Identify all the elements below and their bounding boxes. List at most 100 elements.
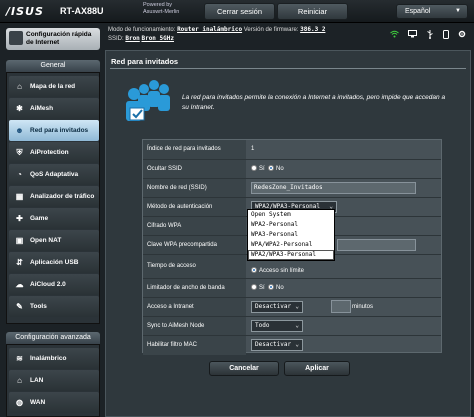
network-status-icon[interactable] — [408, 30, 417, 41]
sidebar-item-aicloud[interactable]: ☁ AiCloud 2.0 — [9, 274, 99, 295]
sidebar-item-open-nat[interactable]: ▣ Open NAT — [9, 230, 99, 251]
label-intranet-access: Acceso a Intranet — [143, 298, 246, 317]
row-mac-filter: Habilitar filtro MAC Desactivar ⌄ — [143, 335, 441, 355]
access-minutes-input[interactable] — [331, 300, 351, 313]
hide-ssid-no-radio[interactable] — [268, 165, 275, 171]
sidebar-item-label: Inalámbrico — [30, 355, 67, 362]
sidebar-item-aimesh[interactable]: ✱ AiMesh — [9, 98, 99, 119]
bandwidth-no-radio[interactable] — [268, 284, 275, 290]
sidebar-item-network-map[interactable]: ⌂ Mapa de la red — [9, 76, 99, 97]
sidebar-item-wireless[interactable]: ≋ Inalámbrico — [9, 348, 99, 369]
hide-ssid-yes-radio[interactable] — [251, 165, 257, 171]
top-bar: /ISUS RT-AX88U Powered by Asuswrt-Merlin… — [0, 0, 474, 23]
auth-method-dropdown[interactable]: Open System WPA2-Personal WPA3-Personal … — [247, 209, 335, 261]
traffic-analyzer-icon: ▦ — [15, 192, 24, 201]
quick-setup-button[interactable]: Configuración rápida de Internet — [6, 28, 100, 50]
quick-setup-label: Configuración rápida de Internet — [26, 31, 92, 46]
aiprotection-icon: ⛨ — [16, 148, 23, 157]
label-bandwidth-limiter: Limitador de ancho de banda — [143, 279, 246, 298]
ssid-2g: Bron — [125, 35, 140, 42]
guest-network-panel: Red para invitados La red para invitados… — [105, 50, 471, 417]
mobile-app-icon[interactable] — [443, 30, 449, 41]
apply-button[interactable]: Aplicar — [284, 361, 350, 376]
label-mac-filter: Habilitar filtro MAC — [143, 336, 246, 355]
sidebar-item-traffic-analyzer[interactable]: ▦ Analizador de tráfico — [9, 186, 99, 207]
auth-option[interactable]: WPA2-Personal — [248, 220, 334, 230]
sidebar-item-label: QoS Adaptativa — [30, 171, 79, 178]
sidebar-item-label: Analizador de tráfico — [30, 193, 95, 200]
sidebar-item-lan[interactable]: ⌂ LAN — [9, 370, 99, 391]
aimesh-sync-value: Todo — [255, 322, 270, 329]
wireless-icon: ≋ — [16, 354, 23, 363]
hide-ssid-options: Sí No — [247, 160, 441, 178]
guest-users-icon — [126, 80, 170, 121]
general-header: General — [6, 60, 100, 72]
bandwidth-options: Sí No — [247, 279, 441, 297]
row-intranet-access: Acceso a Intranet Desactivar ⌄ — [143, 297, 441, 317]
chevron-down-icon: ⌄ — [295, 303, 299, 310]
firmware-link[interactable]: 386.3_2 — [300, 26, 325, 33]
logout-button[interactable]: Cerrar sesión — [204, 3, 275, 20]
usb-icon: ⇵ — [16, 258, 23, 267]
info-bar: Modo de funcionamiento: Router inalámbri… — [106, 24, 474, 44]
auth-option[interactable]: WPA3-Personal — [248, 230, 334, 240]
title-divider — [110, 68, 466, 69]
usb-status-icon[interactable] — [426, 30, 434, 41]
sidebar-item-game[interactable]: ✚ Game — [9, 208, 99, 229]
intranet-access-select[interactable]: Desactivar ⌄ — [251, 301, 303, 313]
ssid-input[interactable]: RedesZone_Invitados — [251, 182, 416, 194]
auth-option[interactable]: WPA/WPA2-Personal — [248, 240, 334, 250]
sidebar-item-tools[interactable]: ✎ Tools — [9, 296, 99, 317]
aimesh-icon: ✱ — [16, 104, 23, 113]
quick-setup-icon — [9, 31, 23, 45]
aimesh-sync-select[interactable]: Todo ⌄ — [251, 320, 303, 332]
minutes-unit-label: minutos — [352, 304, 374, 310]
language-label: Español — [405, 8, 431, 15]
sidebar-item-aiprotection[interactable]: ⛨ AiProtection — [9, 142, 99, 163]
label-wpa-encryption: Cifrado WPA — [143, 217, 246, 236]
aicloud-icon: ☁ — [15, 280, 24, 289]
sidebar-item-wan[interactable]: ◍ WAN — [9, 392, 99, 413]
mode-link[interactable]: Router inalámbrico — [177, 26, 242, 33]
mode-line: Modo de funcionamiento: Router inalámbri… — [108, 26, 325, 33]
sidebar-item-label: Mapa de la red — [30, 83, 76, 90]
wpa-key-input[interactable] — [337, 239, 416, 251]
mac-filter-select[interactable]: Desactivar ⌄ — [251, 339, 303, 351]
ssid-line: SSID: Bron Bron_5GHz — [108, 35, 174, 42]
sidebar-item-qos[interactable]: ◔ QoS Adaptativa — [9, 164, 99, 185]
mode-label: Modo de funcionamiento: — [108, 27, 176, 33]
sidebar-item-label: WAN — [30, 399, 46, 406]
wifi-icon[interactable] — [390, 30, 399, 41]
bandwidth-yes-radio[interactable] — [251, 284, 257, 290]
network-map-icon: ⌂ — [17, 82, 22, 91]
mac-filter-cell: Desactivar ⌄ — [247, 336, 441, 354]
sidebar-item-label: Game — [30, 215, 49, 222]
language-select[interactable]: Español ▼ — [396, 4, 468, 19]
tools-icon: ✎ — [16, 302, 23, 311]
unlimited-option[interactable]: Acceso sin límite — [251, 267, 304, 275]
label-hide-ssid: Ocultar SSID — [143, 160, 246, 179]
mac-filter-value: Desactivar — [255, 341, 292, 348]
chevron-down-icon: ▼ — [455, 8, 461, 14]
label-aimesh-sync: Sync to AiMesh Node — [143, 317, 246, 336]
auth-option[interactable]: Open System — [248, 210, 334, 220]
sidebar-item-label: AiMesh — [30, 105, 54, 112]
value-guest-index: 1 — [251, 146, 255, 152]
aimesh-sync-cell: Todo ⌄ — [247, 317, 441, 335]
auth-option-selected[interactable]: WPA2/WPA3-Personal — [248, 250, 334, 260]
guest-network-icon: ☻ — [15, 126, 24, 135]
cancel-button[interactable]: Cancelar — [209, 361, 279, 376]
settings-icon[interactable] — [458, 30, 466, 41]
reboot-button[interactable]: Reiniciar — [277, 3, 348, 20]
intranet-access-value: Desactivar — [255, 303, 292, 310]
powered-by: Powered by Asuswrt-Merlin — [143, 2, 179, 16]
label-auth-method: Método de autenticación — [143, 198, 246, 217]
advanced-header: Configuración avanzada — [6, 332, 100, 344]
chevron-down-icon: ⌄ — [295, 341, 299, 348]
row-aimesh-sync: Sync to AiMesh Node Todo ⌄ — [143, 316, 441, 336]
sidebar-item-guest-network[interactable]: ☻ Red para invitados — [9, 120, 99, 141]
sidebar-item-usb[interactable]: ⇵ Aplicación USB — [9, 252, 99, 273]
unlimited-radio[interactable] — [251, 267, 257, 273]
sidebar-item-label: AiCloud 2.0 — [30, 281, 66, 288]
row-ssid: Nombre de red (SSID) RedesZone_Invitados — [143, 178, 441, 198]
